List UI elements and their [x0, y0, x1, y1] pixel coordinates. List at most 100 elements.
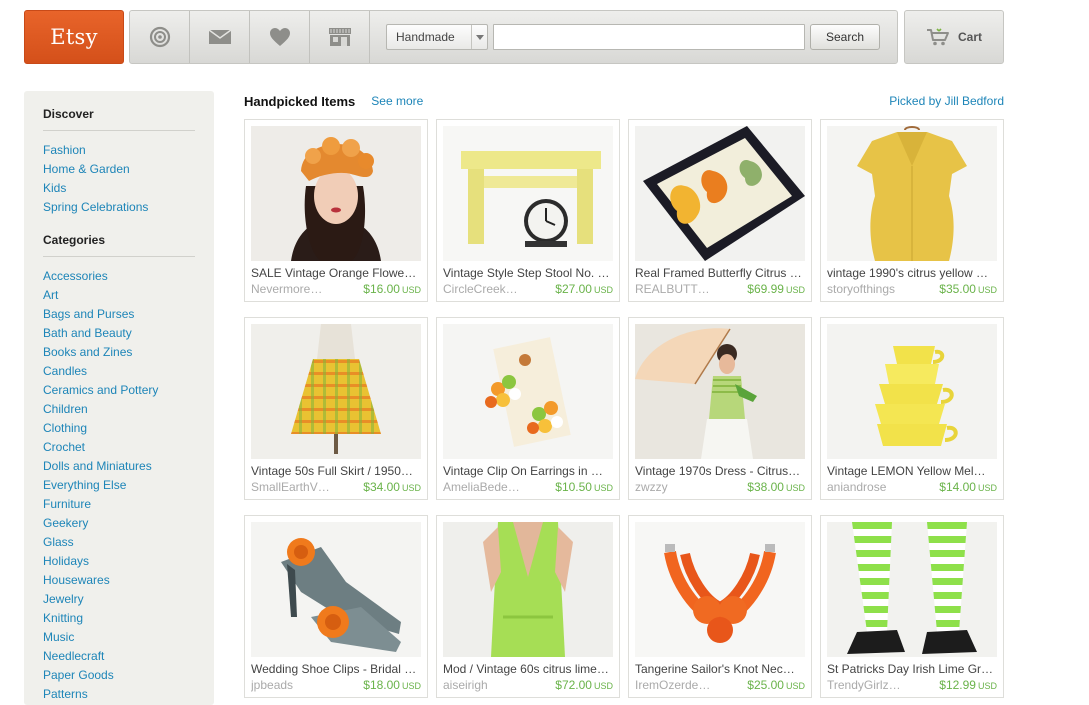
discover-link[interactable]: Kids [43, 179, 195, 198]
item-title[interactable]: St Patricks Day Irish Lime Gr… [827, 662, 997, 677]
section-header: Handpicked Items See more Picked by Jill… [244, 91, 1004, 111]
curator-link[interactable]: Picked by Jill Bedford [889, 94, 1004, 108]
category-link[interactable]: Needlecraft [43, 647, 195, 666]
item-card[interactable]: vintage 1990's citrus yellow … storyofth… [820, 119, 1004, 302]
item-card[interactable]: Vintage 1970s Dress - Citrus… zwzzy $38.… [628, 317, 812, 500]
shop-name[interactable]: jpbeads [251, 677, 293, 693]
discover-link[interactable]: Home & Garden [43, 160, 195, 179]
shop-name[interactable]: SmallEarthV… [251, 479, 330, 495]
divider [43, 130, 195, 131]
item-card[interactable]: Mod / Vintage 60s citrus lime… aiseirigh… [436, 515, 620, 698]
item-photo[interactable] [443, 522, 613, 657]
sidebar: Discover Fashion Home & Garden Kids Spri… [24, 91, 214, 705]
category-link[interactable]: Accessories [43, 267, 195, 286]
category-link[interactable]: Glass [43, 533, 195, 552]
item-title[interactable]: Wedding Shoe Clips - Bridal … [251, 662, 421, 677]
category-link[interactable]: Clothing [43, 419, 195, 438]
item-price: $72.00 USD [555, 678, 613, 692]
item-title[interactable]: Vintage Clip On Earrings in … [443, 464, 613, 479]
item-title[interactable]: SALE Vintage Orange Flowe… [251, 266, 421, 281]
item-photo[interactable] [251, 126, 421, 261]
favorites-button[interactable] [250, 11, 310, 63]
search-category-select[interactable]: Handmade [386, 24, 488, 50]
item-price: $25.00 USD [747, 678, 805, 692]
item-card[interactable]: Vintage LEMON Yellow Mel… aniandrose $14… [820, 317, 1004, 500]
see-more-link[interactable]: See more [371, 94, 423, 108]
category-link[interactable]: Ceramics and Pottery [43, 381, 195, 400]
shop-name[interactable]: aniandrose [827, 479, 886, 495]
shop-name[interactable]: TrendyGirlz… [827, 677, 901, 693]
category-link[interactable]: Housewares [43, 571, 195, 590]
category-link[interactable]: Furniture [43, 495, 195, 514]
item-photo[interactable] [635, 126, 805, 261]
item-title[interactable]: Tangerine Sailor's Knot Nec… [635, 662, 805, 677]
item-photo[interactable] [827, 126, 997, 261]
search-input[interactable] [493, 24, 805, 50]
shop-name[interactable]: Nevermore… [251, 281, 322, 297]
item-grid: SALE Vintage Orange Flowe… Nevermore… $1… [244, 119, 1004, 698]
category-link[interactable]: Paper Goods [43, 666, 195, 685]
item-card[interactable]: Wedding Shoe Clips - Bridal … jpbeads $1… [244, 515, 428, 698]
item-photo[interactable] [251, 324, 421, 459]
item-photo[interactable] [443, 126, 613, 261]
category-link[interactable]: Children [43, 400, 195, 419]
cart-icon [926, 28, 949, 46]
category-link[interactable]: Candles [43, 362, 195, 381]
category-link[interactable]: Geekery [43, 514, 195, 533]
item-title[interactable]: Vintage 1970s Dress - Citrus… [635, 464, 805, 479]
shop-name[interactable]: zwzzy [635, 479, 668, 495]
item-card[interactable]: Tangerine Sailor's Knot Nec… IremOzerde…… [628, 515, 812, 698]
item-card[interactable]: Vintage Clip On Earrings in … AmeliaBede… [436, 317, 620, 500]
cart-button[interactable]: Cart [904, 10, 1004, 64]
category-link[interactable]: Dolls and Miniatures [43, 457, 195, 476]
item-card[interactable]: SALE Vintage Orange Flowe… Nevermore… $1… [244, 119, 428, 302]
category-link[interactable]: Patterns [43, 685, 195, 704]
category-link[interactable]: Crochet [43, 438, 195, 457]
logo-text: Etsy [50, 25, 98, 49]
item-title[interactable]: Vintage LEMON Yellow Mel… [827, 464, 997, 479]
shop-name[interactable]: IremOzerde… [635, 677, 710, 693]
etsy-logo[interactable]: Etsy [24, 10, 124, 64]
shop-name[interactable]: storyofthings [827, 281, 895, 297]
item-photo[interactable] [827, 324, 997, 459]
categories-heading: Categories [43, 233, 106, 247]
item-card[interactable]: Vintage 50s Full Skirt / 1950… SmallEart… [244, 317, 428, 500]
messages-button[interactable] [190, 11, 250, 63]
search-button[interactable]: Search [810, 24, 880, 50]
category-link[interactable]: Knitting [43, 609, 195, 628]
item-title[interactable]: Real Framed Butterfly Citrus … [635, 266, 805, 281]
item-photo[interactable] [251, 522, 421, 657]
shop-name[interactable]: CircleCreek… [443, 281, 518, 297]
item-photo[interactable] [443, 324, 613, 459]
divider [43, 256, 195, 257]
category-link[interactable]: Jewelry [43, 590, 195, 609]
item-photo[interactable] [635, 324, 805, 459]
item-card[interactable]: Real Framed Butterfly Citrus … REALBUTT…… [628, 119, 812, 302]
category-link[interactable]: Music [43, 628, 195, 647]
categories-list: Accessories Art Bags and Purses Bath and… [43, 267, 195, 704]
item-card[interactable]: St Patricks Day Irish Lime Gr… TrendyGir… [820, 515, 1004, 698]
item-title[interactable]: Vintage 50s Full Skirt / 1950… [251, 464, 421, 479]
category-link[interactable]: Art [43, 286, 195, 305]
item-photo[interactable] [827, 522, 997, 657]
activity-button[interactable] [130, 11, 190, 63]
item-title[interactable]: vintage 1990's citrus yellow … [827, 266, 997, 281]
item-photo[interactable] [635, 522, 805, 657]
shop-name[interactable]: aiseirigh [443, 677, 488, 693]
shop-name[interactable]: REALBUTT… [635, 281, 710, 297]
discover-list: Fashion Home & Garden Kids Spring Celebr… [43, 141, 195, 217]
category-link[interactable]: Everything Else [43, 476, 195, 495]
category-link[interactable]: Holidays [43, 552, 195, 571]
discover-link[interactable]: Fashion [43, 141, 195, 160]
item-price: $34.00 USD [363, 480, 421, 494]
item-title[interactable]: Vintage Style Step Stool No. … [443, 266, 613, 281]
your-shop-button[interactable] [310, 11, 370, 63]
item-price: $14.00 USD [939, 480, 997, 494]
item-title[interactable]: Mod / Vintage 60s citrus lime… [443, 662, 613, 677]
category-link[interactable]: Bags and Purses [43, 305, 195, 324]
category-link[interactable]: Bath and Beauty [43, 324, 195, 343]
item-card[interactable]: Vintage Style Step Stool No. … CircleCre… [436, 119, 620, 302]
category-link[interactable]: Books and Zines [43, 343, 195, 362]
shop-name[interactable]: AmeliaBede… [443, 479, 520, 495]
discover-link[interactable]: Spring Celebrations [43, 198, 195, 217]
